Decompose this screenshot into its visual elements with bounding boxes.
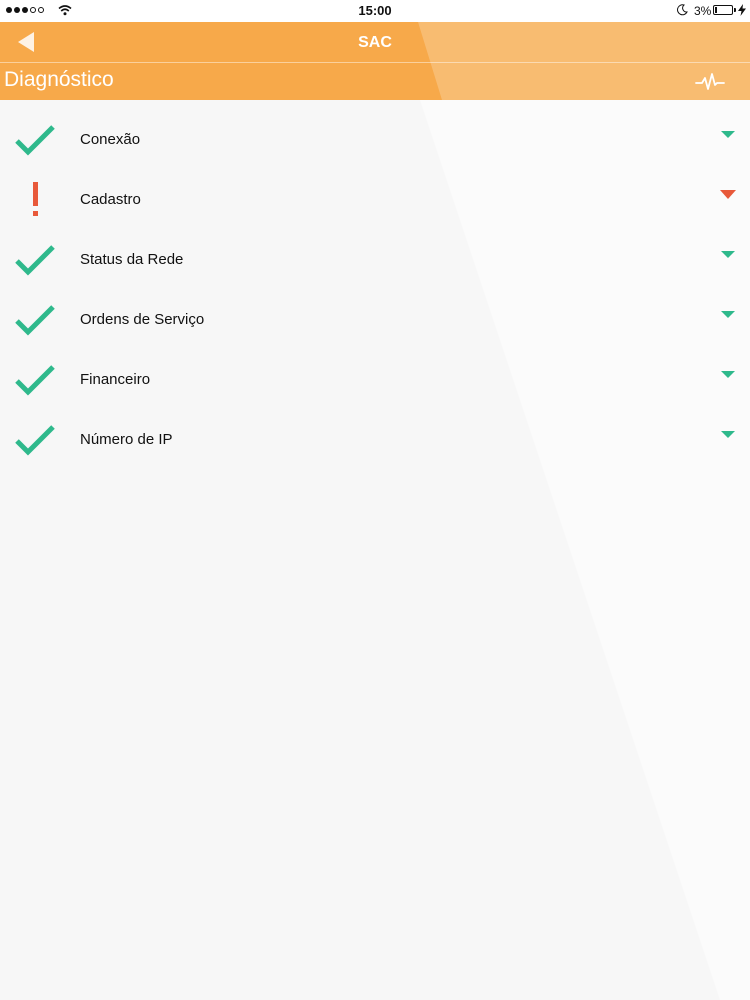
charging-bolt-icon: [738, 4, 746, 16]
battery-icon: [713, 5, 736, 15]
status-time: 15:00: [358, 3, 392, 18]
chevron-down-icon[interactable]: [720, 190, 736, 200]
check-icon: [15, 245, 55, 276]
header-divider: [0, 62, 750, 63]
app-header: SAC Diagnóstico: [0, 22, 750, 100]
chevron-down-icon[interactable]: [720, 370, 736, 380]
check-icon: [15, 125, 55, 156]
nav-title: SAC: [358, 34, 392, 51]
pulse-icon: [695, 73, 725, 90]
list-item-cadastro[interactable]: Cadastro: [0, 170, 750, 230]
check-icon: [15, 305, 55, 336]
item-label: Número de IP: [80, 431, 173, 448]
item-label: Conexão: [80, 131, 141, 148]
check-icon: [15, 425, 55, 456]
diagnostics-pulse-button[interactable]: [694, 70, 726, 94]
battery-percent: 3%: [694, 4, 712, 18]
status-bar: 15:00 3%: [0, 0, 750, 22]
list-item-status-da-rede[interactable]: Status da Rede: [0, 230, 750, 290]
list-item-ordens-de-servico[interactable]: Ordens de Serviço: [0, 290, 750, 350]
list-item-numero-de-ip[interactable]: Número de IP: [0, 410, 750, 470]
chevron-down-icon[interactable]: [720, 250, 736, 260]
chevron-down-icon[interactable]: [720, 310, 736, 320]
item-label: Ordens de Serviço: [80, 311, 205, 328]
chevron-down-icon[interactable]: [720, 430, 736, 440]
exclamation-icon: [33, 182, 38, 216]
chevron-down-icon[interactable]: [720, 130, 736, 140]
check-icon: [15, 365, 55, 396]
list-item-financeiro[interactable]: Financeiro: [0, 350, 750, 410]
moon-icon: [677, 4, 688, 16]
page-title: Diagnóstico: [4, 68, 114, 91]
list-item-conexao[interactable]: Conexão: [0, 110, 750, 170]
item-label: Status da Rede: [80, 251, 184, 268]
item-label: Financeiro: [80, 371, 151, 388]
item-label: Cadastro: [80, 191, 141, 208]
